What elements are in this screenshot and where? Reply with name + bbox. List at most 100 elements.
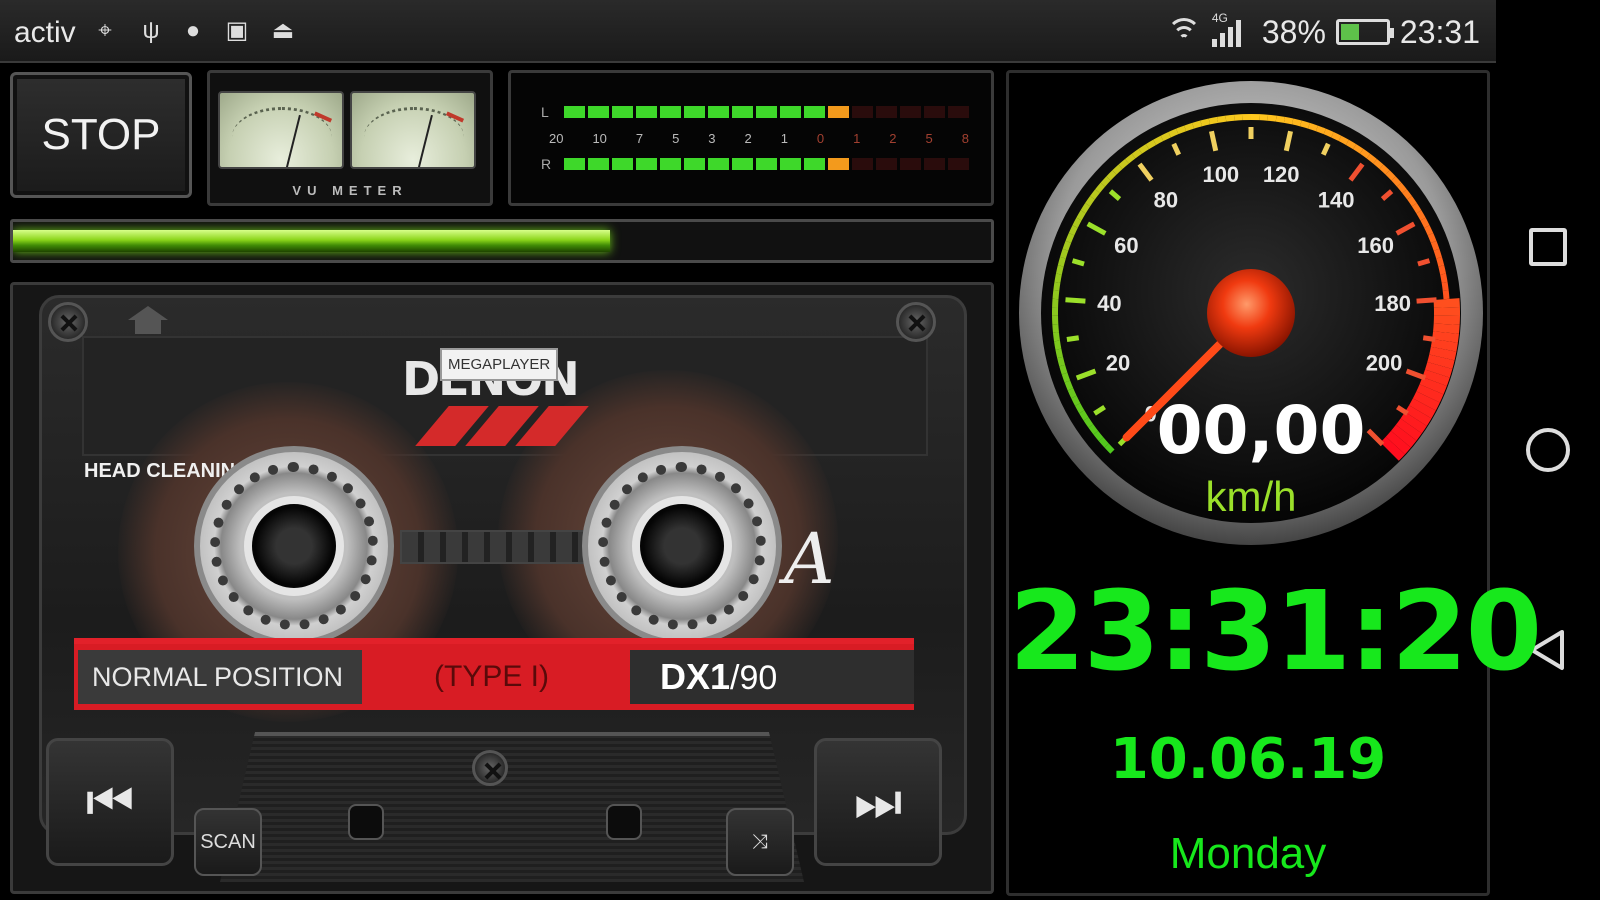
- cassette: DENON MEGAPLAYER HEAD CLEANING LEADER A …: [39, 295, 967, 882]
- gauge-tick: [1422, 335, 1436, 342]
- gauge-arc-segment: [1208, 116, 1219, 125]
- gauge-tick-label: 180: [1374, 291, 1411, 316]
- gauge-hub: [1207, 269, 1295, 357]
- gauge-arc-segment: [1416, 210, 1426, 221]
- brand-logo: DENON MEGAPLAYER: [402, 348, 602, 468]
- gauge-arc-segment: [1366, 153, 1377, 164]
- status-bar: activ ⌖ ψ ● ▣ ⏏ 4G 38% 23:31: [0, 0, 1496, 63]
- gauge-arc-segment: [1061, 372, 1071, 383]
- gauge-tick-label: 80: [1154, 187, 1178, 212]
- gauge-arc-segment: [1427, 354, 1455, 370]
- cassette-bottom-well: [220, 732, 804, 882]
- shuffle-button[interactable]: ⤨: [726, 808, 794, 876]
- gauge-arc-segment: [1054, 340, 1062, 350]
- wifi-icon: [1166, 18, 1202, 46]
- gauge-arc-segment: [1422, 369, 1450, 387]
- tape-model: DX1: [660, 656, 731, 697]
- screw-icon: [48, 302, 88, 342]
- gauge-arc-segment: [1074, 403, 1085, 414]
- network-type: 4G: [1211, 11, 1228, 25]
- level-led: [588, 106, 609, 118]
- gauge-arc-segment: [1416, 384, 1444, 403]
- level-led: [732, 158, 753, 170]
- gauge-arc-segment: [1300, 120, 1310, 129]
- gauge-arc-segment: [1068, 225, 1078, 236]
- gauge-arc-segment: [1275, 115, 1285, 123]
- level-scale-tick: 10: [592, 131, 607, 146]
- gauge-arc-segment: [1385, 430, 1411, 455]
- level-led: [564, 106, 585, 118]
- gauge-arc-segment: [1267, 114, 1277, 122]
- gauge-arc-segment: [1427, 232, 1437, 243]
- level-led: [660, 106, 681, 118]
- skip-previous-icon: ⏮: [85, 772, 135, 832]
- tape-reel-left: [194, 446, 394, 646]
- level-scale-tick: 1: [780, 131, 788, 146]
- gauge-arc-segment: [1440, 273, 1448, 283]
- scan-button[interactable]: SCAN: [194, 808, 262, 876]
- level-led: [852, 106, 873, 118]
- level-led: [756, 158, 777, 170]
- gauge-tick: [1071, 258, 1085, 267]
- gauge-arc-segment: [1430, 240, 1440, 251]
- gauge-arc-segment: [1433, 323, 1460, 334]
- gauge-arc-segment: [1323, 128, 1334, 138]
- level-led: [612, 106, 633, 118]
- gauge-arc-segment: [1379, 164, 1390, 175]
- led-row-left: L: [541, 104, 969, 120]
- level-led: [564, 158, 585, 170]
- speedometer: 020406080100120140160180200 00,00 km/h: [1019, 81, 1483, 545]
- gauge-arc-segment: [1076, 210, 1086, 221]
- gauge-arc-segment: [1080, 203, 1091, 214]
- gauge-arc-segment: [1409, 398, 1436, 419]
- gauge-arc-segment: [1071, 395, 1081, 406]
- digital-clock: 23:31:20: [1009, 567, 1542, 695]
- gauge-arc-segment: [1168, 128, 1179, 138]
- gauge-arc-segment: [1118, 158, 1129, 169]
- led-row-right: R: [541, 156, 969, 172]
- gauge-arc-segment: [1112, 164, 1123, 175]
- level-led: [804, 106, 825, 118]
- next-track-button[interactable]: ⏭: [814, 738, 942, 866]
- image-icon: ▣: [225, 17, 249, 44]
- vu-meter-label: VU METER: [292, 183, 408, 198]
- level-led: [828, 106, 849, 118]
- gauge-arc-segment: [1052, 324, 1059, 333]
- level-led: [684, 106, 705, 118]
- level-led: [780, 106, 801, 118]
- cell-signal-icon: 4G: [1211, 11, 1252, 47]
- cassette-panel: DENON MEGAPLAYER HEAD CLEANING LEADER A …: [10, 282, 994, 894]
- tape-hole: [606, 804, 642, 840]
- level-led: [756, 106, 777, 118]
- level-led: [828, 158, 849, 170]
- gauge-arc-segment: [1424, 225, 1434, 236]
- weekday-display: Monday: [1169, 829, 1327, 878]
- gauge-arc-segment: [1100, 176, 1111, 187]
- gauge-arc-segment: [1442, 290, 1450, 300]
- gauge-tick-label: 200: [1366, 351, 1403, 376]
- gauge-tick-label: 20: [1106, 351, 1130, 376]
- gauge-arc-segment: [1359, 148, 1371, 159]
- level-scale-tick: 1: [853, 131, 861, 146]
- level-scale-tick: 2: [744, 131, 752, 146]
- gauge-arc-segment: [1292, 118, 1302, 127]
- home-button[interactable]: [1526, 428, 1570, 472]
- gauge-arc-segment: [1390, 424, 1417, 448]
- level-led: [588, 158, 609, 170]
- battery-percent: 38%: [1261, 13, 1326, 50]
- screw-icon: [472, 750, 508, 786]
- previous-track-button[interactable]: ⏮: [46, 738, 174, 866]
- home-icon[interactable]: [128, 306, 168, 338]
- level-led: [684, 158, 705, 170]
- gauge-arc-segment: [1338, 135, 1349, 145]
- gauge-tick-label: 60: [1114, 233, 1138, 258]
- gauge-arc-segment: [1064, 380, 1074, 391]
- gauge-arc-segment: [1385, 170, 1396, 181]
- gauge-arc-segment: [1391, 176, 1402, 187]
- vu-meter: VU METER: [207, 70, 493, 206]
- playback-progress-bar[interactable]: [10, 219, 994, 263]
- recent-apps-button[interactable]: [1529, 228, 1567, 266]
- stop-button[interactable]: STOP: [10, 72, 192, 198]
- gauge-arc-segment: [1085, 196, 1095, 207]
- location-icon: ⌖: [98, 17, 112, 44]
